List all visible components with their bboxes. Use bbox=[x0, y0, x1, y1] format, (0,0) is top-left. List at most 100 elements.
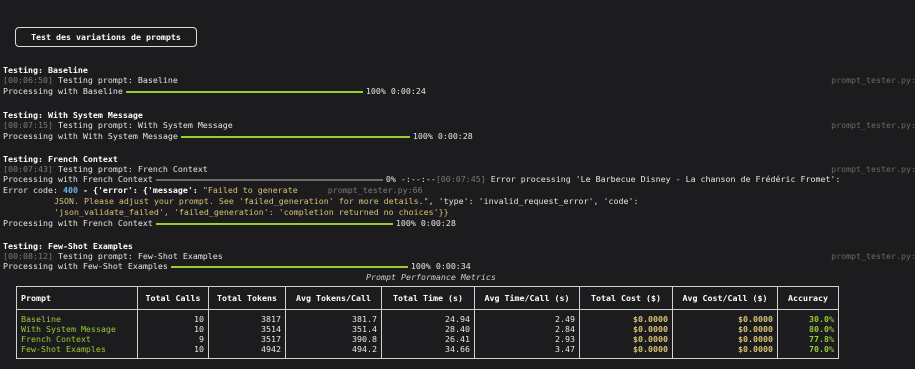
table-row: Few-Shot Examples 10 4942 494.2 34.66 3.… bbox=[16, 344, 839, 359]
cell-total-time: 28.40 bbox=[381, 324, 475, 334]
cell-avg-time: 2.93 bbox=[474, 334, 580, 344]
cell-total-tokens: 4942 bbox=[208, 344, 286, 359]
section-heading: Testing: With System Message bbox=[3, 110, 143, 120]
progress-status: 0% -:--:-- bbox=[385, 174, 436, 184]
cell-accuracy: 30.0% bbox=[777, 309, 839, 324]
col-header-total-calls: Total Calls bbox=[137, 286, 209, 310]
source-ref: prompt_tester.py:3 bbox=[831, 251, 915, 261]
cell-avg-cost: $0.0000 bbox=[672, 324, 778, 334]
table-row: French Context 9 3517 390.8 26.41 2.93 $… bbox=[16, 334, 839, 344]
cell-total-cost: $0.0000 bbox=[579, 324, 673, 334]
cell-avg-tokens: 494.2 bbox=[285, 344, 382, 359]
timestamp: [00:07:43] bbox=[3, 164, 53, 174]
cell-prompt: Few-Shot Examples bbox=[16, 344, 138, 359]
progress-label: Processing with Baseline bbox=[3, 86, 123, 96]
cell-avg-time: 2.84 bbox=[474, 324, 580, 334]
progress-elapsed: 0:00:28 bbox=[420, 218, 456, 228]
log-text: Testing prompt: With System Message bbox=[57, 120, 233, 130]
timestamp: [00:07:45] bbox=[435, 174, 486, 184]
cell-total-tokens: 3817 bbox=[208, 309, 286, 324]
cell-prompt: Baseline bbox=[16, 309, 138, 324]
metrics-table: Prompt Total Calls Total Tokens Avg Toke… bbox=[16, 286, 839, 359]
error-message-part2: JSON. Please adjust your prompt. See 'fa… bbox=[54, 196, 429, 206]
progress-elapsed: 0:00:28 bbox=[437, 131, 473, 141]
log-text: Testing prompt: Baseline bbox=[57, 75, 178, 85]
progress-label: Processing with Few-Shot Examples bbox=[3, 261, 168, 271]
cell-prompt: French Context bbox=[16, 334, 138, 344]
log-line: [00:06:50] Testing prompt: Baseline bbox=[3, 75, 178, 86]
progress-bar bbox=[170, 265, 408, 268]
timestamp: [00:07:15] bbox=[3, 120, 53, 130]
cell-total-cost: $0.0000 bbox=[579, 344, 673, 359]
cell-accuracy: 80.0% bbox=[777, 324, 839, 334]
table-header-row: Prompt Total Calls Total Tokens Avg Toke… bbox=[16, 286, 839, 310]
col-header-avg-time: Avg Time/Call (s) bbox=[474, 286, 580, 310]
progress-line-partial: Processing with French Context 0% -:--:--… bbox=[3, 174, 840, 185]
col-header-prompt: Prompt bbox=[16, 286, 138, 310]
cell-prompt: With System Message bbox=[16, 324, 138, 334]
cell-avg-cost: $0.0000 bbox=[672, 309, 778, 324]
timestamp: [00:06:50] bbox=[3, 75, 53, 85]
cell-avg-tokens: 351.4 bbox=[285, 324, 382, 334]
cell-accuracy: 70.0% bbox=[777, 344, 839, 359]
cell-total-time: 26.41 bbox=[381, 334, 475, 344]
progress-percent: 100% bbox=[412, 131, 433, 141]
cell-avg-cost: $0.0000 bbox=[672, 334, 778, 344]
section-heading: Testing: Few-Shot Examples bbox=[3, 241, 133, 251]
col-header-avg-tokens: Avg Tokens/Call bbox=[285, 286, 382, 310]
col-header-total-time: Total Time (s) bbox=[381, 286, 475, 310]
cell-total-tokens: 3517 bbox=[208, 334, 286, 344]
log-line: [00:08:12] Testing prompt: Few-Shot Exam… bbox=[3, 251, 223, 262]
source-ref: prompt_tester.py:3 bbox=[831, 75, 915, 85]
progress-bar bbox=[155, 222, 393, 225]
log-text: Testing prompt: French Context bbox=[57, 164, 208, 174]
progress-label: Processing with With System Message bbox=[3, 131, 178, 141]
progress-line: Processing with French Context 100% 0:00:… bbox=[3, 218, 456, 229]
error-source-ref: prompt_tester.py:66 bbox=[327, 185, 423, 195]
col-header-total-tokens: Total Tokens bbox=[208, 286, 286, 310]
section-heading: Testing: French Context bbox=[3, 154, 118, 164]
error-dict-start: - {'error': {'message': bbox=[82, 185, 203, 195]
col-header-avg-cost: Avg Cost/Call ($) bbox=[672, 286, 778, 310]
error-code-value: 400 bbox=[62, 185, 78, 195]
cell-total-calls: 10 bbox=[137, 324, 209, 334]
progress-percent: 100% bbox=[365, 86, 386, 96]
terminal-window: Test des variations de prompts Testing: … bbox=[0, 0, 915, 375]
error-code-label: Error code: bbox=[3, 185, 58, 195]
progress-percent: 100% bbox=[395, 218, 416, 228]
table-caption: Prompt Performance Metrics bbox=[366, 272, 496, 282]
progress-elapsed: 0:00:34 bbox=[435, 261, 471, 271]
table-row: With System Message 10 3514 351.4 28.40 … bbox=[16, 324, 839, 334]
cell-total-calls: 10 bbox=[137, 309, 209, 324]
progress-line: Processing with Baseline 100% 0:00:24 bbox=[3, 86, 426, 97]
progress-elapsed: 0:00:24 bbox=[390, 86, 426, 96]
cell-total-time: 24.94 bbox=[381, 309, 475, 324]
progress-percent: 100% bbox=[410, 261, 431, 271]
col-header-total-cost: Total Cost ($) bbox=[579, 286, 673, 310]
cell-total-cost: $0.0000 bbox=[579, 334, 673, 344]
progress-bar bbox=[125, 90, 363, 93]
table-row: Baseline 10 3817 381.7 24.94 2.49 $0.000… bbox=[16, 309, 839, 324]
cell-avg-tokens: 390.8 bbox=[285, 334, 382, 344]
progress-label: Processing with French Context bbox=[3, 218, 153, 228]
progress-bar bbox=[180, 135, 410, 138]
error-message-part1: "Failed to generate bbox=[202, 185, 298, 195]
cell-total-calls: 10 bbox=[137, 344, 209, 359]
cell-avg-time: 3.47 bbox=[474, 344, 580, 359]
bottom-edge bbox=[0, 369, 915, 375]
cell-avg-time: 2.49 bbox=[474, 309, 580, 324]
error-type-part: , 'type': 'invalid_request_error', 'code… bbox=[428, 196, 639, 206]
progress-label: Processing with French Context bbox=[3, 174, 153, 184]
source-ref: prompt_tester.py:3 bbox=[831, 164, 915, 174]
progress-line: Processing with With System Message 100% … bbox=[3, 131, 473, 142]
cell-avg-cost: $0.0000 bbox=[672, 344, 778, 359]
cell-total-tokens: 3514 bbox=[208, 324, 286, 334]
progress-bar-empty bbox=[155, 178, 383, 181]
error-continuation-1: JSON. Please adjust your prompt. See 'fa… bbox=[54, 196, 638, 207]
log-line: [00:07:43] Testing prompt: French Contex… bbox=[3, 164, 208, 175]
title-box: Test des variations de prompts bbox=[15, 27, 197, 47]
timestamp: [00:08:12] bbox=[3, 251, 53, 261]
source-ref: prompt_tester.py:3 bbox=[831, 120, 915, 130]
cell-total-calls: 9 bbox=[137, 334, 209, 344]
cell-total-time: 34.66 bbox=[381, 344, 475, 359]
